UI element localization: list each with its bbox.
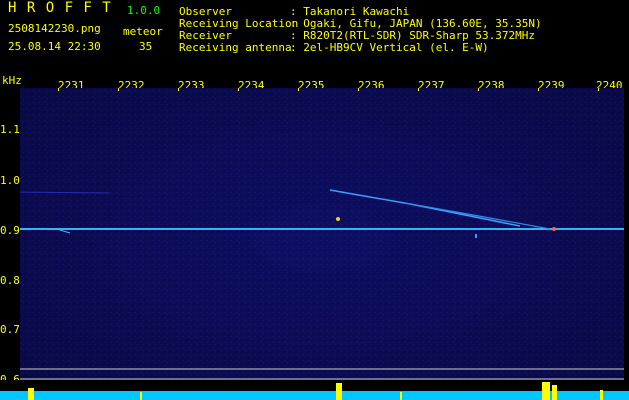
app-version: 1.0.0 — [127, 4, 161, 17]
meteor-head-1 — [336, 217, 340, 221]
y-unit-label: kHz — [2, 74, 22, 87]
datetime: 25.08.14 22:30 — [8, 40, 101, 53]
antenna-label: Receiving antenna — [179, 41, 292, 54]
antenna-value: : 2el-HB9CV Vertical (el. E-W) — [290, 41, 489, 54]
event-count: 35 — [139, 40, 153, 53]
y-tick-1.0: 1.0 — [0, 174, 20, 187]
y-tick-1.1: 1.1 — [0, 123, 20, 136]
app-title: H R O F F T — [8, 0, 112, 16]
y-tick-0.8: 0.8 — [0, 274, 20, 287]
level-bar — [0, 391, 629, 400]
spectrogram — [20, 88, 624, 390]
event-label: meteor — [123, 25, 163, 38]
filename: 2508142230.png — [8, 22, 101, 35]
y-tick-0.9: 0.9 — [0, 224, 20, 237]
meteor-head-2 — [552, 227, 556, 231]
level-strip — [0, 380, 629, 400]
y-tick-0.7: 0.7 — [0, 323, 20, 336]
header-panel: H R O F F T 1.0.0 2508142230.png 25.08.1… — [0, 0, 629, 72]
